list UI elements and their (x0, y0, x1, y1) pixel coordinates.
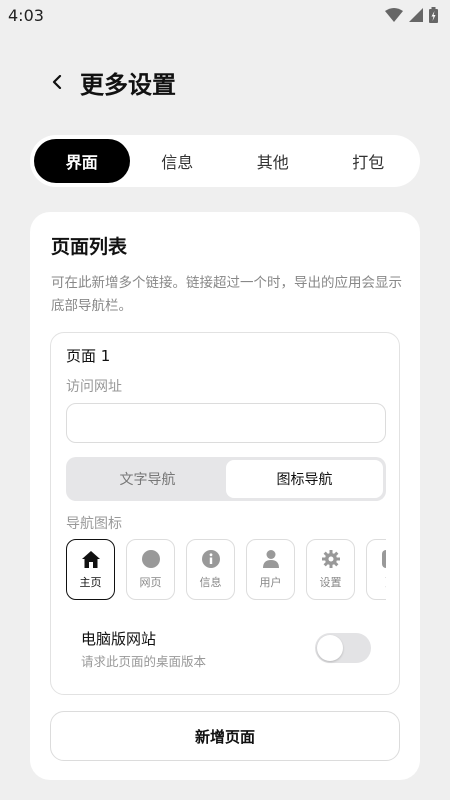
add-page-button[interactable]: 新增页面 (50, 711, 400, 761)
tab-interface[interactable]: 界面 (34, 139, 130, 183)
tab-bar: 界面 信息 其他 打包 (30, 135, 420, 187)
status-time: 4:03 (8, 5, 44, 25)
nav-icon-info[interactable]: 信息 (186, 539, 235, 600)
url-input[interactable] (66, 403, 386, 443)
nav-icon-label: 网页 (139, 576, 162, 589)
desktop-site-toggle[interactable] (315, 633, 371, 663)
card-title: 页面列表 (51, 236, 128, 258)
nav-icon-label: 主页 (79, 576, 102, 589)
gear-icon (321, 549, 341, 569)
url-label: 访问网址 (66, 379, 122, 395)
header: 更多设置 (48, 64, 176, 100)
nav-icon-list: 主页 网页 信息 用户 设置 (66, 539, 386, 601)
nav-icon-user[interactable]: 用户 (246, 539, 295, 600)
desktop-site-title: 电脑版网站 (81, 630, 157, 648)
page-list-card: 页面列表 可在此新增多个链接。链接超过一个时，导出的应用会显示底部导航栏。 页面… (30, 212, 420, 780)
nav-mode-segmented: 文字导航 图标导航 (66, 457, 386, 501)
tab-info[interactable]: 信息 (130, 139, 226, 183)
back-icon[interactable] (48, 73, 66, 91)
user-icon (261, 549, 281, 569)
tab-package[interactable]: 打包 (321, 139, 417, 183)
nav-icon-settings[interactable]: 设置 (306, 539, 355, 600)
nav-icon-label: 用户 (259, 576, 282, 589)
nav-icons-label: 导航图标 (66, 516, 122, 532)
more-icon (381, 549, 386, 569)
home-icon (81, 549, 101, 569)
nav-icon-web[interactable]: 网页 (126, 539, 175, 600)
page-item: 页面 1 访问网址 文字导航 图标导航 导航图标 主页 网页 信息 用户 设置 … (50, 332, 400, 695)
page-name: 页面 1 (66, 347, 111, 365)
circle-icon (141, 549, 161, 569)
card-description: 可在此新增多个链接。链接超过一个时，导出的应用会显示底部导航栏。 (51, 275, 402, 314)
desktop-site-description: 请求此页面的桌面版本 (81, 654, 207, 669)
nav-icon-home[interactable]: 主页 (66, 539, 115, 600)
nav-icon-label: 更 (385, 574, 386, 590)
tab-other[interactable]: 其他 (225, 139, 321, 183)
nav-icon-label: 设置 (319, 576, 342, 589)
page-title: 更多设置 (80, 70, 176, 99)
battery-icon (429, 7, 438, 23)
text-nav-option[interactable]: 文字导航 (69, 460, 226, 498)
nav-icon-more[interactable]: 更 (366, 539, 386, 600)
wifi-icon (385, 8, 403, 22)
info-icon (201, 549, 221, 569)
nav-icon-label: 信息 (199, 576, 222, 589)
status-bar: 4:03 (0, 0, 450, 30)
signal-icon (409, 8, 423, 22)
toggle-knob (317, 635, 343, 661)
status-icons (385, 7, 438, 23)
icon-nav-option[interactable]: 图标导航 (226, 460, 383, 498)
